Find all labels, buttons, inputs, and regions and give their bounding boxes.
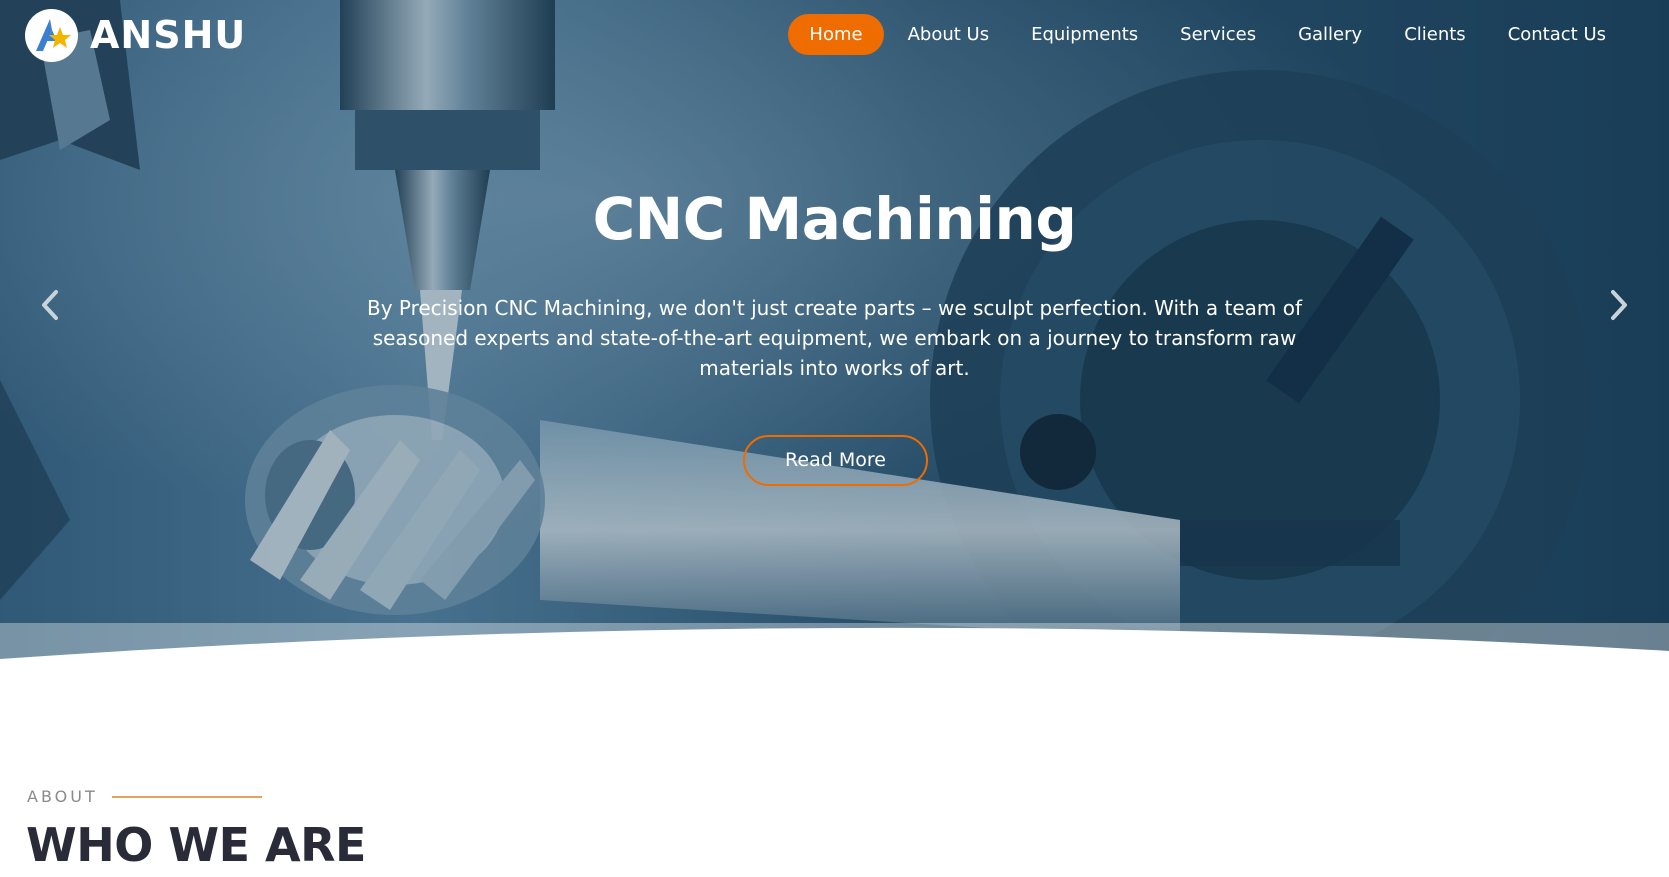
brand-logo[interactable]: ANSHU	[25, 8, 247, 62]
slider-next-button[interactable]	[1604, 285, 1634, 325]
nav-item-services[interactable]: Services	[1159, 14, 1277, 55]
about-label-divider	[111, 795, 262, 798]
page: ANSHU Home About Us Equipments Services …	[0, 0, 1669, 877]
nav-item-gallery[interactable]: Gallery	[1277, 14, 1383, 55]
chevron-left-icon	[42, 290, 58, 320]
nav-item-home[interactable]: Home	[788, 14, 884, 55]
slider-prev-button[interactable]	[35, 285, 65, 325]
chevron-right-icon	[1611, 290, 1627, 320]
main-nav: Home About Us Equipments Services Galler…	[788, 14, 1627, 55]
nav-item-contact-us[interactable]: Contact Us	[1487, 14, 1627, 55]
brand-name: ANSHU	[90, 13, 247, 57]
about-label: ABOUT	[27, 787, 98, 806]
hero-title: CNC Machining	[592, 185, 1077, 253]
nav-item-equipments[interactable]: Equipments	[1010, 14, 1159, 55]
read-more-button[interactable]: Read More	[743, 435, 928, 486]
logo-icon	[25, 8, 78, 62]
about-eyebrow: ABOUT	[27, 787, 262, 806]
hero-description: By Precision CNC Machining, we don't jus…	[366, 296, 1303, 380]
hero-slider: ANSHU Home About Us Equipments Services …	[0, 0, 1669, 665]
nav-item-about-us[interactable]: About Us	[887, 14, 1011, 55]
hero-wave-divider	[0, 623, 1669, 665]
about-heading: WHO WE ARE	[26, 818, 366, 872]
nav-item-clients[interactable]: Clients	[1383, 14, 1487, 55]
